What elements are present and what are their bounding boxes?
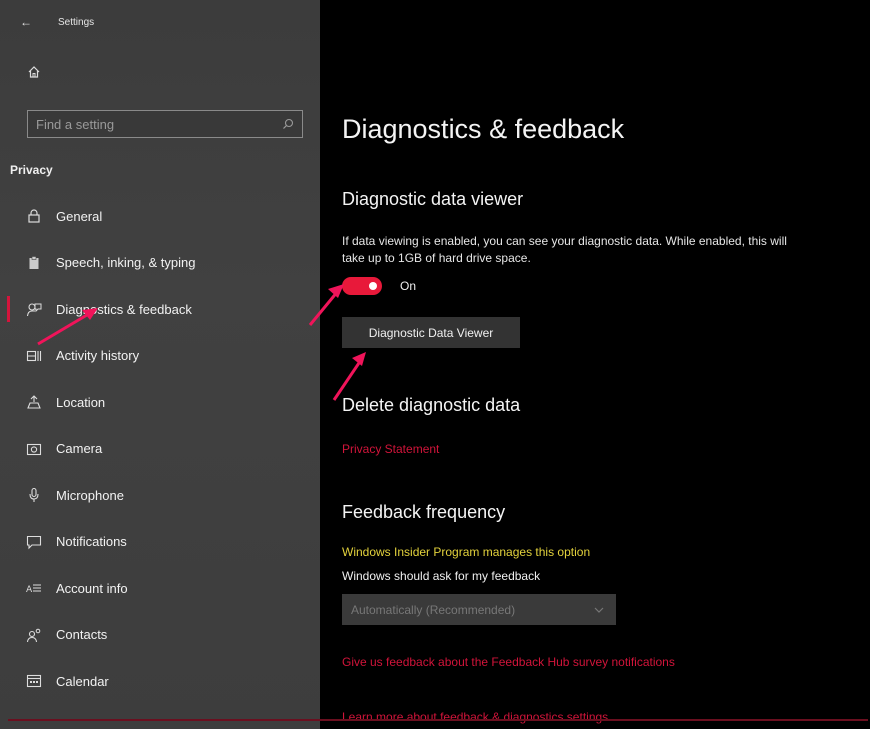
search-placeholder: Find a setting <box>36 116 115 132</box>
feedback-icon <box>26 303 42 317</box>
viewer-description: If data viewing is enabled, you can see … <box>342 234 787 265</box>
contacts-icon <box>26 628 41 642</box>
section-title: Privacy <box>10 163 53 177</box>
svg-text:A: A <box>26 585 33 595</box>
app-title: Settings <box>58 16 95 28</box>
sidebar-item-location[interactable]: Location <box>0 379 320 426</box>
location-icon <box>27 395 41 409</box>
page-title: Diagnostics & feedback <box>342 114 625 144</box>
camera-icon <box>26 443 42 455</box>
sidebar-nav: General Speech, inking, & typing Diagnos… <box>0 193 320 705</box>
viewer-toggle-row: On <box>342 277 416 295</box>
notification-icon <box>26 535 42 550</box>
learn-more-link[interactable]: Learn more about feedback & diagnostics … <box>342 710 608 724</box>
bottom-divider <box>8 719 868 721</box>
viewer-heading: Diagnostic data viewer <box>342 189 524 209</box>
search-input[interactable]: Find a setting <box>27 110 303 138</box>
toggle-knob <box>369 282 377 290</box>
feedback-frequency-select[interactable]: Automatically (Recommended) <box>342 594 616 625</box>
sidebar-item-label: Notifications <box>56 534 127 550</box>
sidebar-item-calendar[interactable]: Calendar <box>0 658 320 705</box>
sidebar-item-diagnostics[interactable]: Diagnostics & feedback <box>0 286 320 333</box>
sidebar-item-contacts[interactable]: Contacts <box>0 612 320 659</box>
sidebar-item-account-info[interactable]: A Account info <box>0 565 320 612</box>
sidebar-item-label: General <box>56 208 103 224</box>
sidebar-item-label: Speech, inking, & typing <box>56 255 196 271</box>
survey-feedback-link[interactable]: Give us feedback about the Feedback Hub … <box>342 655 675 669</box>
active-indicator <box>7 296 10 323</box>
account-info-icon: A <box>26 584 41 595</box>
privacy-statement-link[interactable]: Privacy Statement <box>342 442 439 456</box>
lock-icon <box>28 209 40 223</box>
toggle-state-label: On <box>400 279 417 293</box>
timeline-icon <box>26 350 42 361</box>
sidebar-item-label: Diagnostics & feedback <box>56 301 192 317</box>
diagnostic-data-viewer-button[interactable]: Diagnostic Data Viewer <box>342 317 520 348</box>
sidebar-item-label: Activity history <box>56 348 140 364</box>
main-content: Diagnostics & feedback Diagnostic data v… <box>320 0 870 729</box>
sidebar-item-general[interactable]: General <box>0 193 320 240</box>
ask-feedback-label: Windows should ask for my feedback <box>342 569 541 583</box>
sidebar-item-speech[interactable]: Speech, inking, & typing <box>0 240 320 287</box>
frequency-heading: Feedback frequency <box>342 502 506 522</box>
delete-heading: Delete diagnostic data <box>342 395 521 415</box>
search-icon <box>283 118 294 129</box>
clipboard-icon <box>29 255 39 269</box>
sidebar: ← Settings Find a setting Privacy Genera… <box>0 0 320 729</box>
sidebar-item-activity-history[interactable]: Activity history <box>0 333 320 380</box>
sidebar-item-label: Calendar <box>56 673 109 689</box>
microphone-icon <box>29 488 39 503</box>
insider-note: Windows Insider Program manages this opt… <box>342 545 591 559</box>
sidebar-item-label: Camera <box>56 441 103 457</box>
sidebar-item-label: Location <box>56 394 106 410</box>
viewer-toggle[interactable] <box>342 277 382 295</box>
calendar-icon <box>26 675 42 688</box>
sidebar-item-label: Account info <box>56 580 128 596</box>
chevron-down-icon <box>594 607 604 613</box>
title-bar: ← Settings <box>20 12 94 32</box>
back-arrow-icon[interactable]: ← <box>20 15 40 29</box>
sidebar-item-microphone[interactable]: Microphone <box>0 472 320 519</box>
sidebar-item-label: Contacts <box>56 627 108 643</box>
select-value: Automatically (Recommended) <box>351 602 516 617</box>
sidebar-item-label: Microphone <box>56 487 124 503</box>
home-icon[interactable] <box>27 65 41 79</box>
sidebar-item-notifications[interactable]: Notifications <box>0 519 320 566</box>
sidebar-item-camera[interactable]: Camera <box>0 426 320 473</box>
